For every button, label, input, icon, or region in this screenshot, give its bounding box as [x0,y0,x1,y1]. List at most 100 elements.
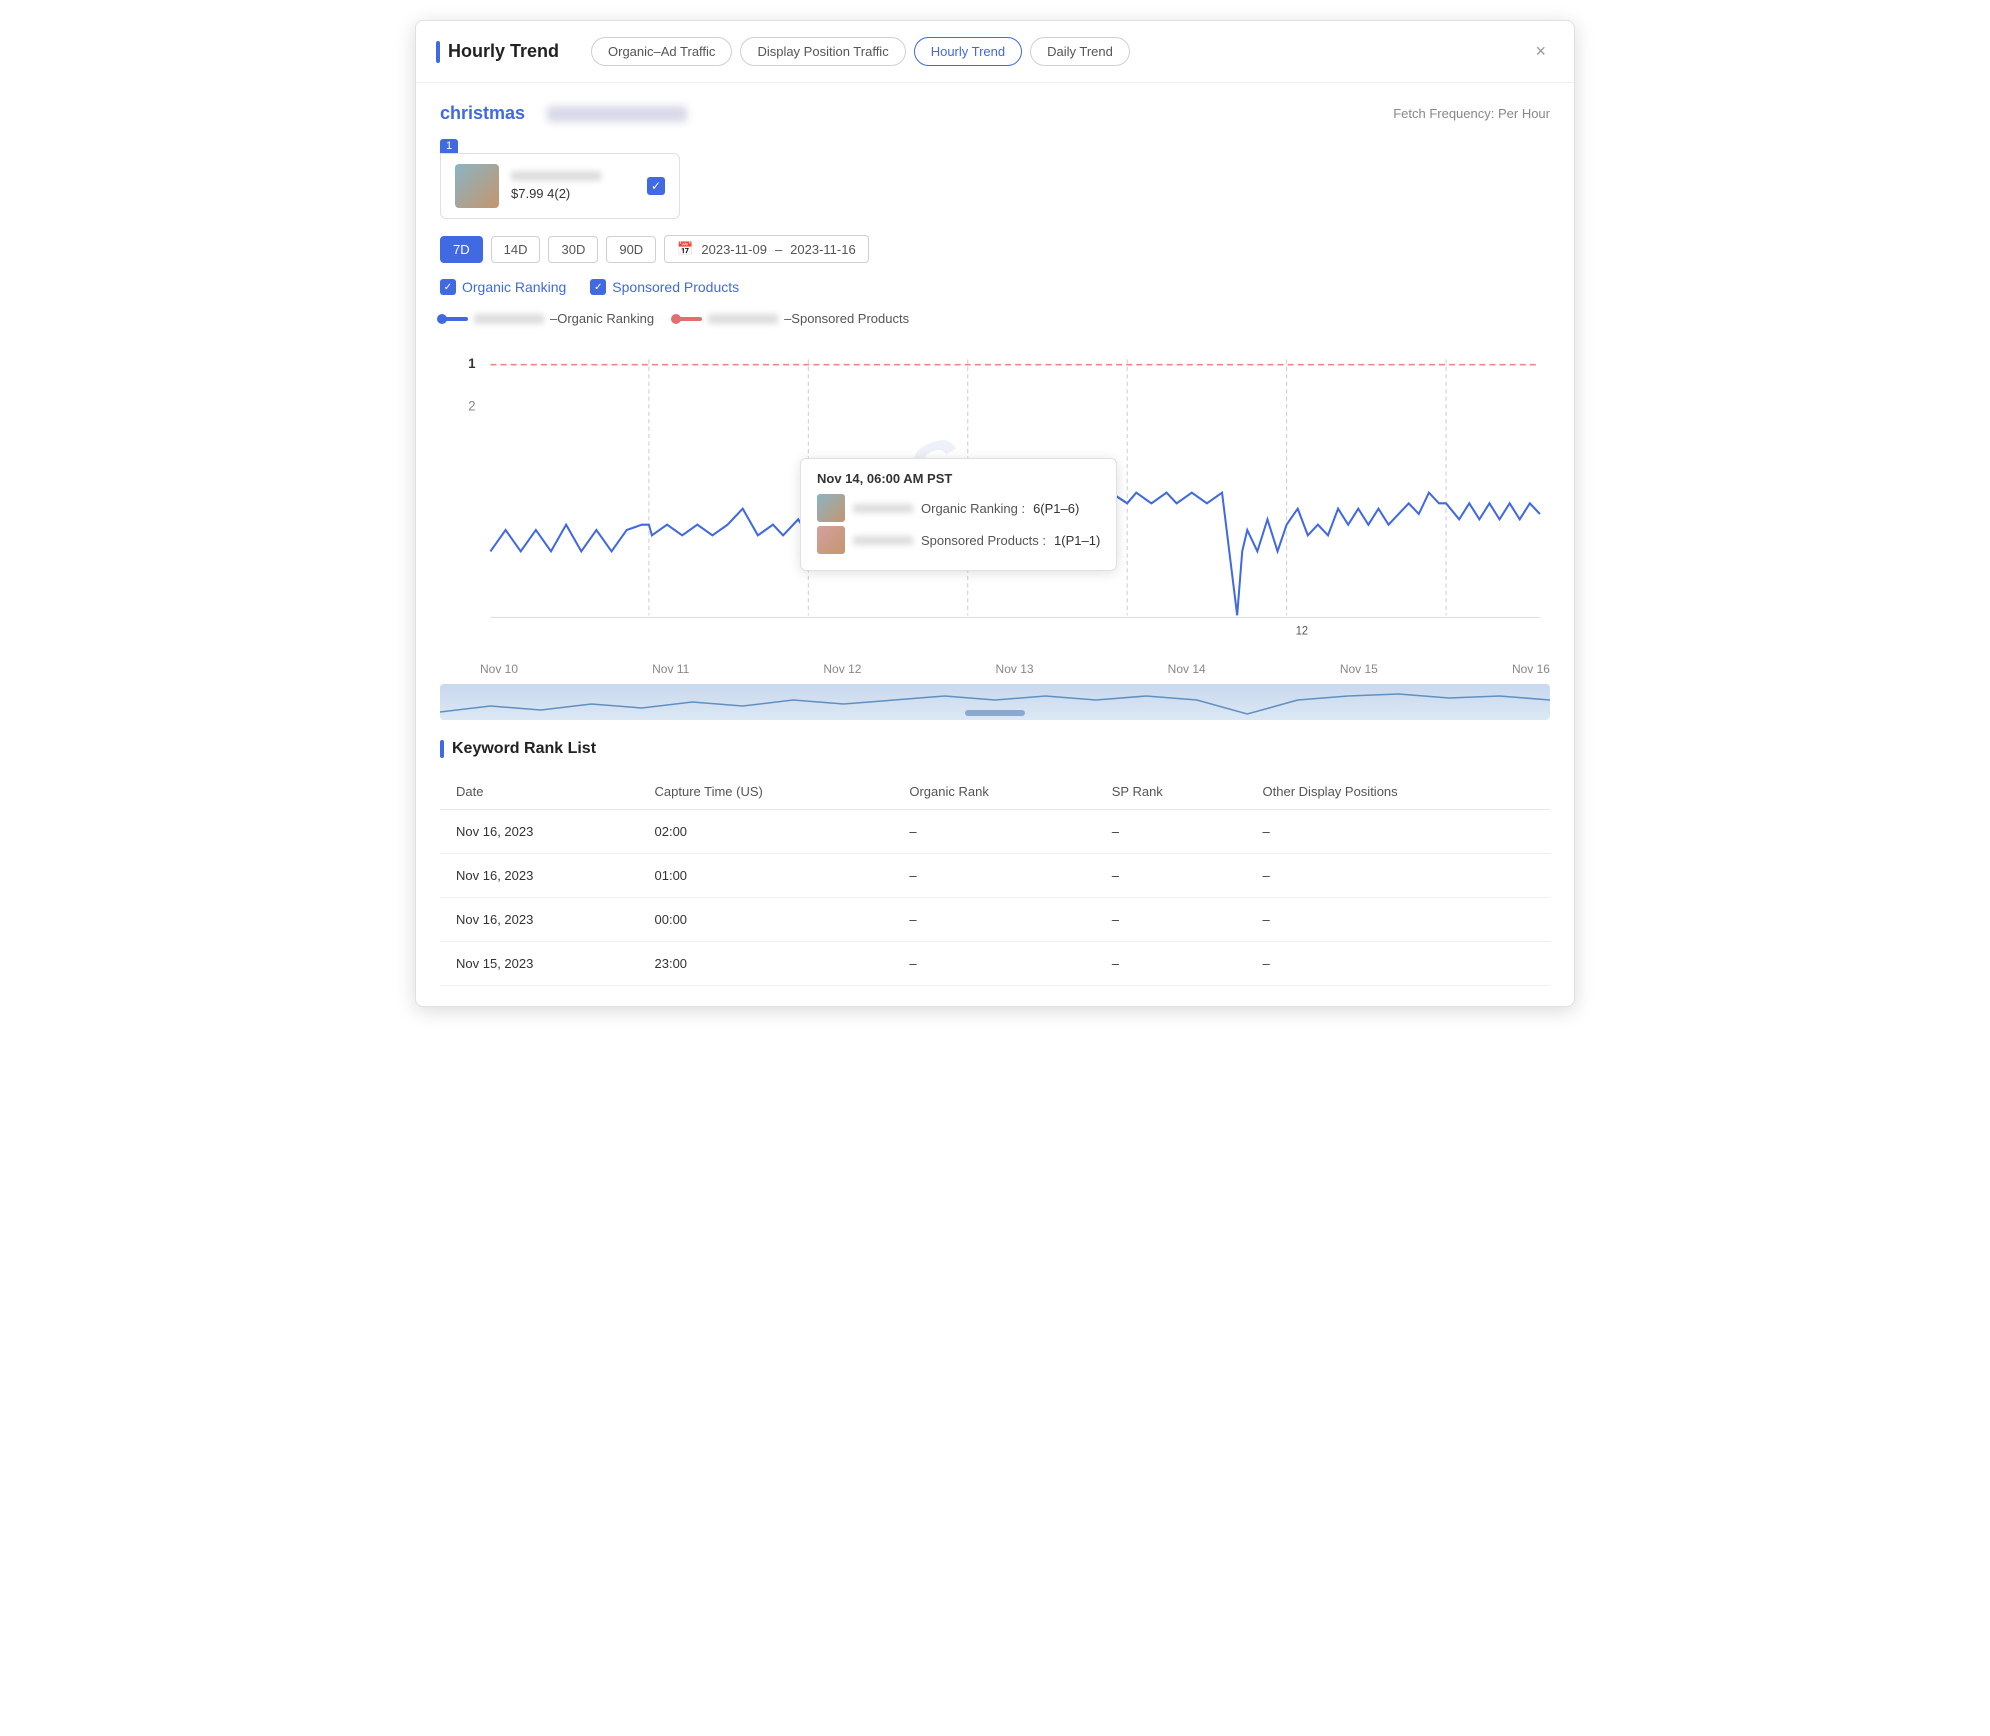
keyword-blur-text [547,106,687,122]
tooltip-sponsored-row: Sponsored Products : 1(P1–1) [817,526,1100,554]
sponsored-label: Sponsored Products [612,279,739,295]
row1-sp: – [1096,810,1247,854]
chart-legend: –Organic Ranking –Sponsored Products [440,311,1550,326]
xaxis-nov13: Nov 13 [996,662,1034,676]
modal-title: Hourly Trend [448,41,559,62]
chart-tooltip: Nov 14, 06:00 AM PST Organic Ranking : 6… [800,458,1117,571]
legend-blue-dot [440,317,468,321]
row4-date: Nov 15, 2023 [440,942,639,986]
filter-checkboxes: ✓ Organic Ranking ✓ Sponsored Products [440,279,1550,295]
table-row: Nov 16, 2023 00:00 – – – [440,898,1550,942]
row3-date: Nov 16, 2023 [440,898,639,942]
row2-time: 01:00 [639,854,894,898]
tooltip-sponsored-value: 1(P1–1) [1054,533,1100,548]
close-button[interactable]: × [1527,37,1554,66]
product-card-wrapper: 1 $7.99 4(2) ✓ [440,136,1550,219]
product-checkbox[interactable]: ✓ [647,177,665,195]
scrollbar-handle[interactable] [965,710,1025,716]
modal-container: Hourly Trend Organic–Ad Traffic Display … [415,20,1575,1007]
tooltip-sponsored-img [817,526,845,554]
row1-organic: – [893,810,1095,854]
product-title-blur [511,171,601,181]
filter-sponsored[interactable]: ✓ Sponsored Products [590,279,739,295]
xaxis-labels: Nov 10 Nov 11 Nov 12 Nov 13 Nov 14 Nov 1… [440,658,1550,684]
col-other-display: Other Display Positions [1247,774,1550,810]
row4-time: 23:00 [639,942,894,986]
row2-date: Nov 16, 2023 [440,854,639,898]
tab-hourly-trend[interactable]: Hourly Trend [914,37,1022,66]
col-capture-time: Capture Time (US) [639,774,894,810]
xaxis-nov14: Nov 14 [1168,662,1206,676]
keyword-info: christmas [440,103,687,124]
col-organic-rank: Organic Rank [893,774,1095,810]
tooltip-organic-img [817,494,845,522]
legend-blur-organic [474,314,544,324]
tab-display-position[interactable]: Display Position Traffic [740,37,905,66]
date-end: 2023-11-16 [790,242,856,257]
period-30d[interactable]: 30D [548,236,598,263]
title-accent [436,41,440,63]
tooltip-blur-1 [853,504,913,513]
row1-date: Nov 16, 2023 [440,810,639,854]
tooltip-time: Nov 14, 06:00 AM PST [817,471,1100,486]
tooltip-sponsored-label: Sponsored Products : [921,533,1046,548]
xaxis-nov11: Nov 11 [652,662,689,676]
period-7d[interactable]: 7D [440,236,483,263]
row2-other: – [1247,854,1550,898]
row1-other: – [1247,810,1550,854]
row4-other: – [1247,942,1550,986]
chart-area[interactable]: 1 2 12 S [440,338,1550,658]
row3-organic: – [893,898,1095,942]
tooltip-blur-2 [853,536,913,545]
tooltip-organic-label: Organic Ranking : [921,501,1025,516]
rank-list-section: Keyword Rank List Date Capture Time (US)… [440,740,1550,986]
legend-organic: –Organic Ranking [440,311,654,326]
product-price: $7.99 4(2) [511,186,570,201]
legend-sponsored-label: –Sponsored Products [784,311,909,326]
modal-header: Hourly Trend Organic–Ad Traffic Display … [416,21,1574,83]
section-title-bar: Keyword Rank List [440,740,1550,758]
period-90d[interactable]: 90D [606,236,656,263]
legend-pink-dot [674,317,702,321]
legend-blur-sponsored [708,314,778,324]
section-title: Keyword Rank List [452,740,596,758]
rank-badge: 1 [440,139,458,153]
filter-organic[interactable]: ✓ Organic Ranking [440,279,566,295]
row3-time: 00:00 [639,898,894,942]
svg-text:1: 1 [468,356,476,371]
organic-checkbox-box: ✓ [440,279,456,295]
rank-table: Date Capture Time (US) Organic Rank SP R… [440,774,1550,986]
calendar-icon: 📅 [677,241,693,257]
tooltip-organic-value: 6(P1–6) [1033,501,1079,516]
tab-organic-ad[interactable]: Organic–Ad Traffic [591,37,732,66]
chart-scrollbar[interactable] [440,684,1550,720]
product-info: $7.99 4(2) [511,171,635,201]
date-start: 2023-11-09 [701,242,767,257]
xaxis-nov15: Nov 15 [1340,662,1378,676]
keyword-name: christmas [440,103,525,124]
period-14d[interactable]: 14D [491,236,541,263]
sponsored-checkbox-box: ✓ [590,279,606,295]
row4-sp: – [1096,942,1247,986]
col-date: Date [440,774,639,810]
row4-organic: – [893,942,1095,986]
xaxis-nov16: Nov 16 [1512,662,1550,676]
product-card[interactable]: $7.99 4(2) ✓ [440,153,680,219]
fetch-frequency: Fetch Frequency: Per Hour [1393,106,1550,121]
row2-organic: – [893,854,1095,898]
legend-organic-label: –Organic Ranking [550,311,654,326]
modal-content: christmas Fetch Frequency: Per Hour 1 $7… [416,83,1574,1006]
row2-sp: – [1096,854,1247,898]
table-header-row: Date Capture Time (US) Organic Rank SP R… [440,774,1550,810]
tooltip-organic-row: Organic Ranking : 6(P1–6) [817,494,1100,522]
date-controls: 7D 14D 30D 90D 📅 2023-11-09 – 2023-11-16 [440,235,1550,263]
date-separator: – [775,242,782,257]
legend-sponsored: –Sponsored Products [674,311,909,326]
svg-text:2: 2 [468,398,475,413]
product-image [455,164,499,208]
row3-sp: – [1096,898,1247,942]
tab-daily-trend[interactable]: Daily Trend [1030,37,1130,66]
date-range-picker[interactable]: 📅 2023-11-09 – 2023-11-16 [664,235,869,263]
table-row: Nov 15, 2023 23:00 – – – [440,942,1550,986]
organic-label: Organic Ranking [462,279,566,295]
